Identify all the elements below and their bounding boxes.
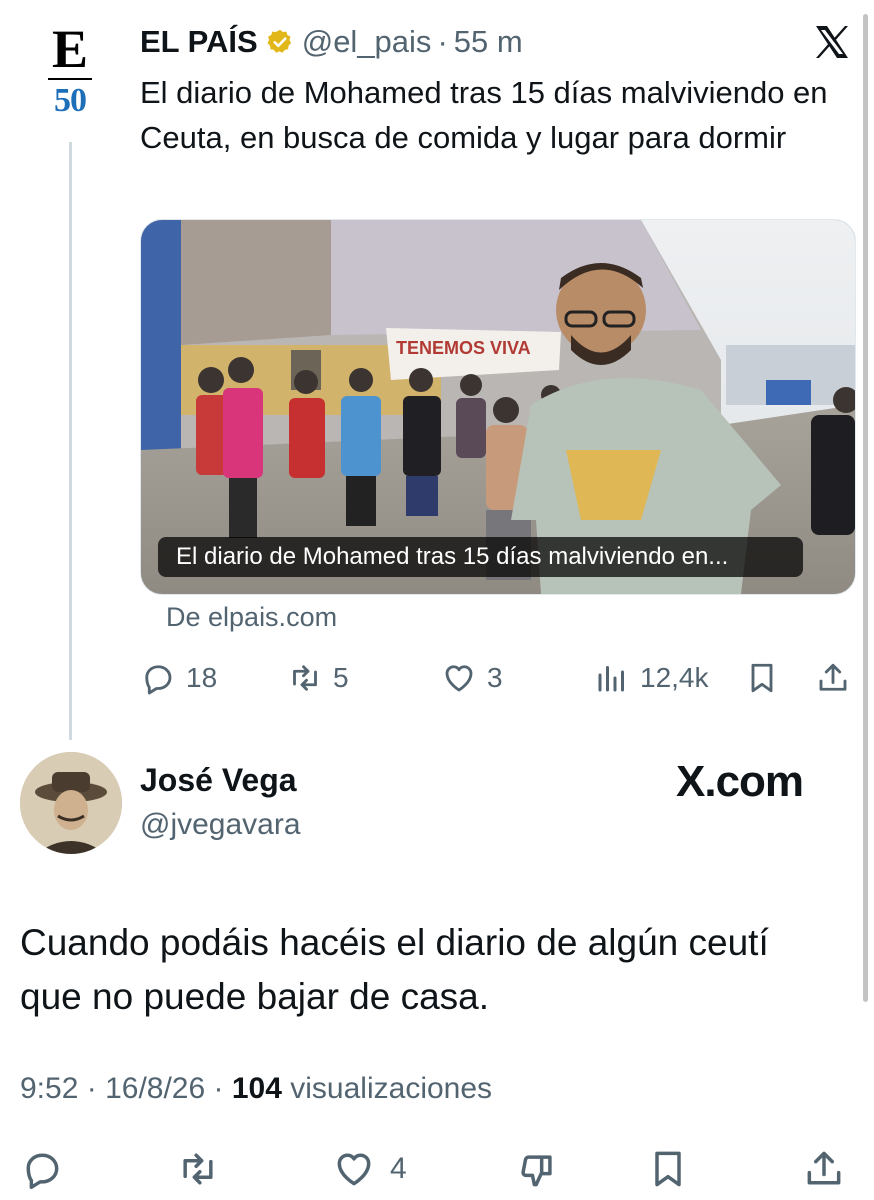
retweet-icon — [293, 665, 317, 691]
jose-vega-avatar[interactable] — [20, 752, 122, 854]
reply-like-action[interactable]: 4 — [332, 1145, 407, 1193]
like-icon — [337, 1153, 371, 1186]
banner-text: TENEMOS VIVA — [396, 338, 531, 358]
quoted-tweet-header: EL PAÍS @el_pais · 55 m — [140, 22, 523, 62]
share-action[interactable] — [815, 656, 851, 700]
el-pais-logo-number: 50 — [54, 82, 87, 119]
reply-dislike-action[interactable] — [516, 1145, 560, 1193]
meta-separator: · — [86, 1072, 97, 1105]
bookmark-icon — [751, 663, 773, 693]
reply-icon — [26, 1153, 59, 1190]
reply-date[interactable]: 16/8/26 — [105, 1072, 205, 1105]
reply-share-action[interactable] — [802, 1145, 846, 1193]
reply-reply-action[interactable] — [20, 1145, 64, 1193]
views-count: 12,4k — [640, 662, 709, 693]
bookmark-action[interactable] — [744, 656, 780, 700]
reply-icon — [145, 665, 172, 695]
reply-time[interactable]: 9:52 — [20, 1072, 78, 1105]
tweet-time[interactable]: 55 m — [454, 24, 523, 60]
share-icon — [819, 663, 847, 691]
thread-line — [69, 142, 72, 740]
author-handle[interactable]: @el_pais — [302, 24, 432, 60]
header-separator: · — [437, 24, 448, 59]
like-action[interactable]: 3 — [441, 656, 503, 700]
scrollbar[interactable] — [863, 14, 868, 1002]
retweet-count: 5 — [333, 662, 349, 693]
retweet-action[interactable]: 5 — [287, 656, 349, 700]
quoted-tweet-text: El diario de Mohamed tras 15 días malviv… — [140, 75, 828, 155]
meta-separator-2: · — [213, 1072, 224, 1105]
reply-bookmark-action[interactable] — [646, 1145, 690, 1193]
like-icon — [445, 665, 473, 692]
views-number: 104 — [231, 1072, 282, 1105]
el-pais-logo-letter: E — [51, 19, 89, 79]
card-caption: El diario de Mohamed tras 15 días malviv… — [158, 537, 803, 577]
views-label[interactable]: visualizaciones — [290, 1072, 492, 1105]
downvote-icon — [521, 1155, 552, 1187]
avatar-portrait — [20, 752, 122, 854]
card-source[interactable]: De elpais.com — [166, 602, 337, 633]
share-icon — [807, 1151, 841, 1185]
bookmark-icon — [655, 1151, 681, 1187]
xcom-watermark: X.com — [676, 757, 804, 806]
reply-author-name[interactable]: José Vega — [140, 762, 297, 799]
reply-like-count: 4 — [390, 1152, 407, 1185]
x-logo-icon[interactable] — [812, 22, 852, 62]
reply-retweet-action[interactable] — [176, 1145, 220, 1193]
reply-meta: 9:52 · 16/8/26 · 104 visualizaciones — [20, 1072, 492, 1106]
el-pais-logo-rule — [48, 78, 92, 80]
views-action[interactable]: 12,4k — [594, 656, 709, 700]
reply-author-handle[interactable]: @jvegavara — [140, 808, 301, 842]
like-count: 3 — [487, 662, 503, 693]
author-name[interactable]: EL PAÍS — [140, 24, 258, 60]
views-icon — [598, 666, 624, 692]
reply-action[interactable]: 18 — [140, 656, 217, 700]
verified-badge-icon — [266, 28, 294, 56]
reply-count: 18 — [186, 662, 218, 693]
reply-tweet-text: Cuando podáis hacéis el diario de algún … — [20, 922, 769, 1017]
retweet-icon — [183, 1153, 213, 1185]
